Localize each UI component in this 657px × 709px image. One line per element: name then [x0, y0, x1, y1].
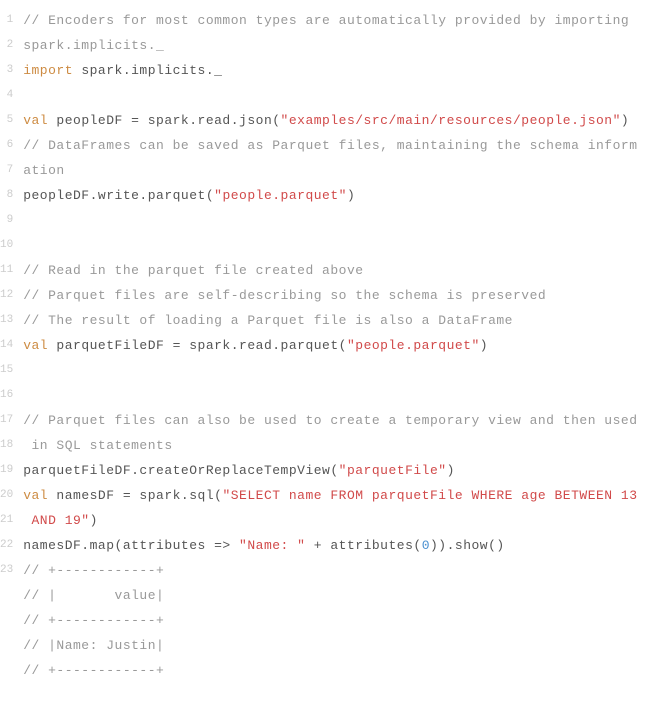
- code-token: peopleDF.write.parquet(: [23, 188, 214, 203]
- code-token: // +------------+: [23, 613, 164, 628]
- code-token: peopleDF = spark.read.json(: [48, 113, 280, 128]
- code-line: namesDF.map(attributes => "Name: " + att…: [23, 533, 647, 558]
- code-token: spark.implicits._: [23, 38, 164, 53]
- line-number: 3: [0, 58, 13, 83]
- code-line: val peopleDF = spark.read.json("examples…: [23, 108, 647, 133]
- line-number: 12: [0, 283, 13, 308]
- code-token: // DataFrames can be saved as Parquet fi…: [23, 138, 637, 153]
- code-line: [23, 233, 647, 258]
- code-line: [23, 208, 647, 233]
- code-content: // Encoders for most common types are au…: [23, 8, 657, 683]
- code-token: ): [447, 463, 455, 478]
- code-line: // |Name: Justin|: [23, 633, 647, 658]
- code-line: // Encoders for most common types are au…: [23, 8, 647, 33]
- code-line: // +------------+: [23, 658, 647, 683]
- code-token: "parquetFile": [339, 463, 447, 478]
- code-line: // +------------+: [23, 558, 647, 583]
- code-line: peopleDF.write.parquet("people.parquet"): [23, 183, 647, 208]
- code-line: spark.implicits._: [23, 33, 647, 58]
- code-token: )).show(): [430, 538, 505, 553]
- code-token: parquetFileDF = spark.read.parquet(: [48, 338, 347, 353]
- line-number: [0, 583, 13, 608]
- line-number: 1: [0, 8, 13, 33]
- code-token: // +------------+: [23, 563, 164, 578]
- line-number: 14: [0, 333, 13, 358]
- line-number: 19: [0, 458, 13, 483]
- code-line: ation: [23, 158, 647, 183]
- code-token: // Parquet files can also be used to cre…: [23, 413, 637, 428]
- code-token: ): [621, 113, 629, 128]
- code-line: in SQL statements: [23, 433, 647, 458]
- code-token: "people.parquet": [347, 338, 480, 353]
- code-token: parquetFileDF.createOrReplaceTempView(: [23, 463, 338, 478]
- line-number: 13: [0, 308, 13, 333]
- code-token: "Name: ": [239, 538, 305, 553]
- code-token: namesDF = spark.sql(: [48, 488, 222, 503]
- code-token: ): [347, 188, 355, 203]
- line-number: 20: [0, 483, 13, 508]
- code-token: // Read in the parquet file created abov…: [23, 263, 363, 278]
- line-number: 23: [0, 558, 13, 583]
- code-token: "examples/src/main/resources/people.json…: [281, 113, 621, 128]
- code-token: ): [90, 513, 98, 528]
- code-line: // DataFrames can be saved as Parquet fi…: [23, 133, 647, 158]
- line-number: 5: [0, 108, 13, 133]
- code-token: import: [23, 63, 73, 78]
- code-token: 0: [422, 538, 430, 553]
- line-number: 8: [0, 183, 13, 208]
- code-token: // The result of loading a Parquet file …: [23, 313, 513, 328]
- code-token: val: [23, 338, 48, 353]
- line-number: 2: [0, 33, 13, 58]
- line-number: [0, 633, 13, 658]
- line-number: 4: [0, 83, 13, 108]
- code-token: spark.implicits._: [73, 63, 222, 78]
- code-line: val namesDF = spark.sql("SELECT name FRO…: [23, 483, 647, 508]
- code-token: // Encoders for most common types are au…: [23, 13, 637, 28]
- code-token: val: [23, 113, 48, 128]
- code-line: parquetFileDF.createOrReplaceTempView("p…: [23, 458, 647, 483]
- line-number: 21: [0, 508, 13, 533]
- code-line: AND 19"): [23, 508, 647, 533]
- line-number: 15: [0, 358, 13, 383]
- line-number: 16: [0, 383, 13, 408]
- code-line: [23, 383, 647, 408]
- code-token: val: [23, 488, 48, 503]
- line-number: 11: [0, 258, 13, 283]
- code-line: // | value|: [23, 583, 647, 608]
- code-token: namesDF.map(attributes =>: [23, 538, 239, 553]
- code-token: "people.parquet": [214, 188, 347, 203]
- code-token: // Parquet files are self-describing so …: [23, 288, 546, 303]
- line-number: 6: [0, 133, 13, 158]
- line-number: 17: [0, 408, 13, 433]
- code-token: "SELECT name FROM parquetFile WHERE age …: [222, 488, 637, 503]
- code-line: // The result of loading a Parquet file …: [23, 308, 647, 333]
- code-line: // +------------+: [23, 608, 647, 633]
- line-number: 9: [0, 208, 13, 233]
- code-token: ): [480, 338, 488, 353]
- code-token: // +------------+: [23, 663, 164, 678]
- line-number: [0, 608, 13, 633]
- code-line: [23, 358, 647, 383]
- code-token: ation: [23, 163, 65, 178]
- code-line: import spark.implicits._: [23, 58, 647, 83]
- line-number: 22: [0, 533, 13, 558]
- line-number-gutter: 1234567891011121314151617181920212223: [0, 8, 23, 683]
- line-number: [0, 658, 13, 683]
- code-token: // | value|: [23, 588, 164, 603]
- line-number: 10: [0, 233, 13, 258]
- line-number: 7: [0, 158, 13, 183]
- code-token: // |Name: Justin|: [23, 638, 164, 653]
- code-token: AND 19": [23, 513, 89, 528]
- code-line: [23, 83, 647, 108]
- code-line: // Parquet files can also be used to cre…: [23, 408, 647, 433]
- line-number: 18: [0, 433, 13, 458]
- code-token: in SQL statements: [23, 438, 172, 453]
- code-line: // Parquet files are self-describing so …: [23, 283, 647, 308]
- code-block: 1234567891011121314151617181920212223 //…: [0, 0, 657, 691]
- code-line: // Read in the parquet file created abov…: [23, 258, 647, 283]
- code-line: val parquetFileDF = spark.read.parquet("…: [23, 333, 647, 358]
- code-token: + attributes(: [305, 538, 421, 553]
